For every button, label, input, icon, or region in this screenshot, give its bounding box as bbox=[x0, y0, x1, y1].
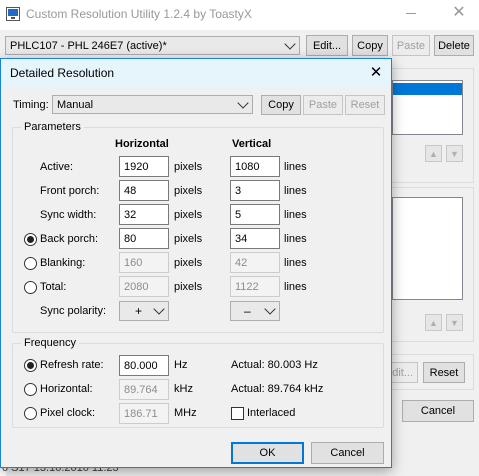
front-porch-v-input[interactable]: 3 bbox=[230, 180, 280, 201]
refresh-rate-unit: Hz bbox=[174, 359, 188, 371]
back-porch-v-unit: lines bbox=[284, 233, 307, 245]
sync-width-label: Sync width: bbox=[40, 209, 97, 221]
standard-resolutions-list[interactable] bbox=[392, 197, 463, 300]
move-down-button-2[interactable]: ▼ bbox=[446, 314, 463, 331]
pixel-clock-radio[interactable] bbox=[24, 407, 37, 420]
delete-button[interactable]: Delete bbox=[434, 35, 474, 56]
active-h-input[interactable]: 1920 bbox=[119, 156, 169, 177]
total-h-unit: pixels bbox=[174, 281, 203, 293]
total-h-input[interactable]: 2080 bbox=[119, 276, 169, 297]
minimize-icon[interactable] bbox=[406, 13, 416, 14]
horizontal-freq-label[interactable]: Horizontal: bbox=[40, 383, 93, 395]
blanking-label[interactable]: Blanking: bbox=[40, 257, 85, 269]
total-radio[interactable] bbox=[24, 281, 37, 294]
main-titlebar: Custom Resolution Utility 1.2.4 by Toast… bbox=[0, 0, 479, 30]
close-icon[interactable]: ✕ bbox=[368, 64, 384, 82]
parameters-group bbox=[12, 127, 384, 333]
horizontal-header: Horizontal bbox=[115, 138, 169, 150]
back-porch-v-input[interactable]: 34 bbox=[230, 228, 280, 249]
dialog-titlebar: Detailed Resolution ✕ bbox=[1, 59, 391, 87]
move-up-button[interactable]: ▲ bbox=[425, 145, 442, 162]
pixel-clock-unit: MHz bbox=[174, 407, 197, 419]
sync-polarity-h-value: + bbox=[135, 304, 143, 318]
interlaced-checkbox[interactable] bbox=[231, 407, 244, 420]
ok-button[interactable]: OK bbox=[231, 442, 304, 464]
total-label[interactable]: Total: bbox=[40, 281, 66, 293]
monitor-select-value: PHLC107 - PHL 246E7 (active)* bbox=[10, 39, 167, 52]
chevron-down-icon bbox=[264, 303, 276, 315]
horizontal-freq-input[interactable]: 89.764 bbox=[119, 379, 169, 400]
timing-paste-button[interactable]: Paste bbox=[303, 95, 343, 115]
chevron-down-icon bbox=[153, 303, 165, 315]
pixel-clock-input[interactable]: 186.71 bbox=[119, 403, 169, 424]
active-label: Active: bbox=[40, 161, 74, 173]
blanking-h-unit: pixels bbox=[174, 257, 203, 269]
copy-button[interactable]: Copy bbox=[352, 35, 388, 56]
paste-button[interactable]: Paste bbox=[392, 35, 430, 56]
refresh-rate-label[interactable]: Refresh rate: bbox=[40, 359, 104, 371]
back-porch-h-unit: pixels bbox=[174, 233, 203, 245]
edit-button[interactable]: Edit... bbox=[306, 35, 348, 56]
horizontal-freq-unit: kHz bbox=[174, 383, 193, 395]
detailed-resolution-dialog: Detailed Resolution ✕ Timing: Manual Cop… bbox=[0, 58, 392, 468]
sync-width-h-unit: pixels bbox=[174, 209, 203, 221]
detailed-resolutions-list[interactable] bbox=[392, 80, 463, 135]
timing-label: Timing: bbox=[13, 99, 49, 111]
frequency-group-title: Frequency bbox=[21, 337, 79, 349]
parameters-group-title: Parameters bbox=[21, 121, 84, 133]
dialog-title: Detailed Resolution bbox=[10, 66, 115, 80]
blanking-h-input[interactable]: 160 bbox=[119, 252, 169, 273]
sync-polarity-v-value: – bbox=[244, 304, 251, 318]
timing-select[interactable]: Manual bbox=[52, 95, 253, 114]
dialog-cancel-button[interactable]: Cancel bbox=[311, 442, 384, 464]
blanking-radio[interactable] bbox=[24, 257, 37, 270]
sync-polarity-label: Sync polarity: bbox=[40, 305, 107, 317]
active-h-unit: pixels bbox=[174, 161, 203, 173]
main-cancel-button[interactable]: Cancel bbox=[402, 400, 474, 422]
timing-select-value: Manual bbox=[57, 98, 94, 111]
front-porch-h-input[interactable]: 48 bbox=[119, 180, 169, 201]
refresh-rate-radio[interactable] bbox=[24, 359, 37, 372]
blanking-v-unit: lines bbox=[284, 257, 307, 269]
blanking-v-input[interactable]: 42 bbox=[230, 252, 280, 273]
monitor-select[interactable]: PHLC107 - PHL 246E7 (active)* bbox=[5, 36, 300, 55]
back-porch-radio[interactable] bbox=[24, 233, 37, 246]
horizontal-freq-actual: Actual: 89.764 kHz bbox=[231, 383, 324, 395]
refresh-rate-actual: Actual: 80.003 Hz bbox=[231, 359, 318, 371]
front-porch-label: Front porch: bbox=[40, 185, 100, 197]
front-porch-h-unit: pixels bbox=[174, 185, 203, 197]
chevron-down-icon bbox=[284, 37, 296, 50]
pixel-clock-label[interactable]: Pixel clock: bbox=[40, 407, 95, 419]
reset-button[interactable]: Reset bbox=[423, 362, 465, 383]
refresh-rate-input[interactable]: 80.000 bbox=[119, 355, 169, 376]
vertical-header: Vertical bbox=[232, 138, 272, 150]
interlaced-label[interactable]: Interlaced bbox=[247, 407, 295, 419]
back-porch-label[interactable]: Back porch: bbox=[40, 233, 98, 245]
timing-reset-button[interactable]: Reset bbox=[345, 95, 385, 115]
sync-polarity-v-select[interactable]: – bbox=[230, 301, 280, 321]
sync-width-h-input[interactable]: 32 bbox=[119, 204, 169, 225]
front-porch-v-unit: lines bbox=[284, 185, 307, 197]
horizontal-freq-radio[interactable] bbox=[24, 383, 37, 396]
active-v-input[interactable]: 1080 bbox=[230, 156, 280, 177]
sync-width-v-unit: lines bbox=[284, 209, 307, 221]
timing-copy-button[interactable]: Copy bbox=[261, 95, 301, 115]
move-down-button[interactable]: ▼ bbox=[446, 145, 463, 162]
app-icon bbox=[6, 7, 20, 21]
active-v-unit: lines bbox=[284, 161, 307, 173]
total-v-input[interactable]: 1122 bbox=[230, 276, 280, 297]
move-up-button-2[interactable]: ▲ bbox=[425, 314, 442, 331]
selected-list-item[interactable] bbox=[393, 83, 462, 95]
back-porch-h-input[interactable]: 80 bbox=[119, 228, 169, 249]
sync-width-v-input[interactable]: 5 bbox=[230, 204, 280, 225]
chevron-down-icon bbox=[237, 96, 249, 109]
sync-polarity-h-select[interactable]: + bbox=[119, 301, 169, 321]
total-v-unit: lines bbox=[284, 281, 307, 293]
close-icon[interactable]: ✕ bbox=[452, 4, 466, 22]
main-title: Custom Resolution Utility 1.2.4 by Toast… bbox=[26, 7, 252, 21]
